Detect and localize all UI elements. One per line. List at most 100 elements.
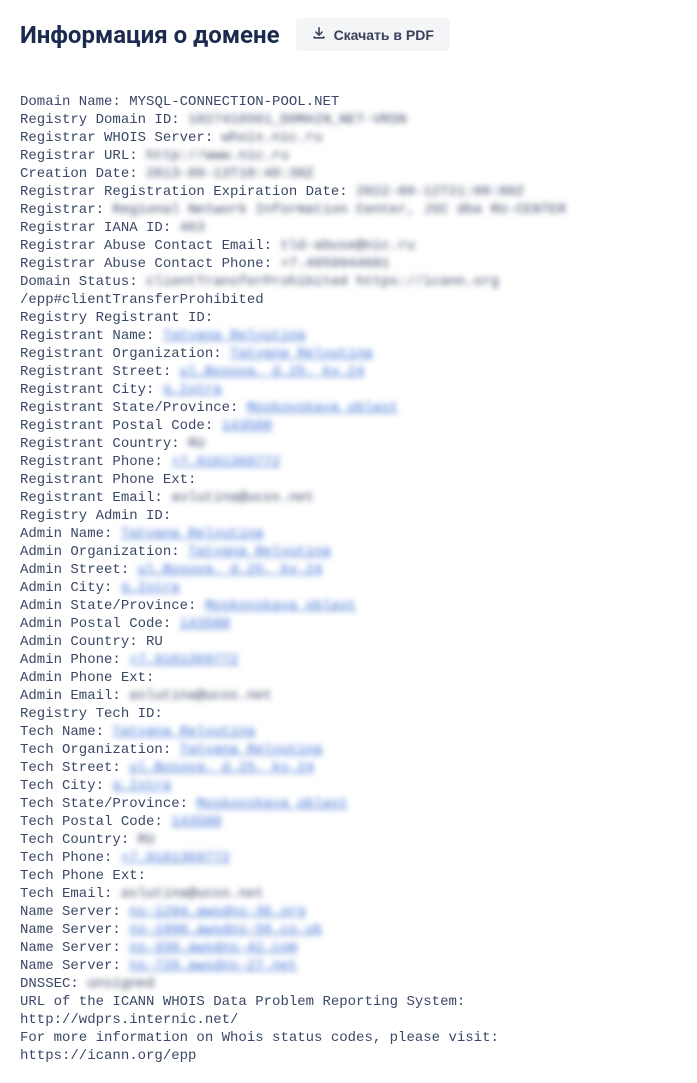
whois-line: Admin Phone: +7.9161369772 bbox=[20, 651, 677, 669]
whois-label: Admin Phone Ext: bbox=[20, 670, 154, 686]
whois-line: Admin Country: RU bbox=[20, 633, 677, 651]
whois-line: URL of the ICANN WHOIS Data Problem Repo… bbox=[20, 993, 677, 1011]
download-icon bbox=[312, 26, 326, 43]
whois-value: http://www.nic.ru bbox=[146, 148, 289, 164]
whois-label: Admin Organization: bbox=[20, 544, 180, 560]
whois-label: Registry Domain ID: bbox=[20, 112, 180, 128]
whois-label: Tech Phone Ext: bbox=[20, 868, 146, 884]
whois-value-link[interactable]: ul.Bosova, d.25, kv.24 bbox=[138, 562, 323, 578]
whois-label: Registrar IANA ID: bbox=[20, 220, 171, 236]
whois-value: unsigned bbox=[87, 976, 154, 992]
whois-label: Registrar Abuse Contact Email: bbox=[20, 238, 272, 254]
whois-line: Name Server: ns-729.awsdns-27.net bbox=[20, 957, 677, 975]
whois-line: Registrar: Regional Network Information … bbox=[20, 201, 677, 219]
whois-label: Registry Registrant ID: bbox=[20, 310, 213, 326]
whois-line: Registrant Phone: +7.9161369772 bbox=[20, 453, 677, 471]
page-title: Информация о домене bbox=[20, 21, 280, 49]
whois-label: Registrant Phone Ext: bbox=[20, 472, 196, 488]
whois-label: Admin Street: bbox=[20, 562, 129, 578]
whois-label: /epp#clientTransferProhibited bbox=[20, 292, 264, 308]
whois-value-link[interactable]: ul.Bosova, d.25, kv.24 bbox=[180, 364, 365, 380]
whois-line: /epp#clientTransferProhibited bbox=[20, 291, 677, 309]
whois-label: Registrant Phone: bbox=[20, 454, 163, 470]
whois-value: MYSQL-CONNECTION-POOL.NET bbox=[129, 94, 339, 110]
whois-value-link[interactable]: ns-1294.awsdns-36.org bbox=[129, 904, 305, 920]
whois-line: Tech Phone: +7.9161369772 bbox=[20, 849, 677, 867]
whois-value: tld-abuse@nic.ru bbox=[280, 238, 414, 254]
whois-label: Tech Postal Code: bbox=[20, 814, 163, 830]
whois-line: Tech City: g.Istra bbox=[20, 777, 677, 795]
whois-line: Registry Domain ID: 1827416561_DOMAIN_NE… bbox=[20, 111, 677, 129]
whois-value-link[interactable]: g.Istra bbox=[121, 580, 180, 596]
whois-label: Registrar: bbox=[20, 202, 104, 218]
whois-value-link[interactable]: +7.9161369772 bbox=[121, 850, 230, 866]
whois-label: Tech Email: bbox=[20, 886, 112, 902]
whois-line: Tech Country: RU bbox=[20, 831, 677, 849]
whois-label: Registrant Organization: bbox=[20, 346, 222, 362]
whois-label: Name Server: bbox=[20, 922, 121, 938]
whois-value: aslutina@ucos.net bbox=[171, 490, 314, 506]
whois-label: Domain Status: bbox=[20, 274, 138, 290]
whois-value-link[interactable]: 143500 bbox=[171, 814, 221, 830]
whois-value-link[interactable]: Moskovskaya oblast bbox=[196, 796, 347, 812]
whois-value-link[interactable]: 143500 bbox=[180, 616, 230, 632]
whois-value-link[interactable]: ns-1990.awsdns-56.co.uk bbox=[129, 922, 322, 938]
whois-label: Registrant State/Province: bbox=[20, 400, 238, 416]
whois-value-link[interactable]: +7.9161369772 bbox=[171, 454, 280, 470]
whois-label: Tech Country: bbox=[20, 832, 129, 848]
whois-label: Admin Phone: bbox=[20, 652, 121, 668]
whois-value-link[interactable]: g.Istra bbox=[112, 778, 171, 794]
whois-label: Registrar URL: bbox=[20, 148, 138, 164]
whois-line: Tech Street: ul.Bosova, d.25, kv.24 bbox=[20, 759, 677, 777]
whois-label: Name Server: bbox=[20, 904, 121, 920]
download-pdf-button[interactable]: Скачать в PDF bbox=[296, 18, 450, 51]
whois-label: Registrar Abuse Contact Phone: bbox=[20, 256, 272, 272]
whois-line: For more information on Whois status cod… bbox=[20, 1029, 677, 1047]
whois-value-link[interactable]: Moskovskaya oblast bbox=[247, 400, 398, 416]
whois-value-link[interactable]: 143500 bbox=[222, 418, 272, 434]
whois-label: Admin Name: bbox=[20, 526, 112, 542]
whois-value-link[interactable]: g.Istra bbox=[163, 382, 222, 398]
whois-line: Registry Tech ID: bbox=[20, 705, 677, 723]
whois-value: 463 bbox=[180, 220, 205, 236]
whois-line: Registry Admin ID: bbox=[20, 507, 677, 525]
whois-line: DNSSEC: unsigned bbox=[20, 975, 677, 993]
whois-value: 2013-09-13T10:48:30Z bbox=[146, 166, 314, 182]
whois-line: Registrant Name: Tatyana Relyutina bbox=[20, 327, 677, 345]
whois-value-link[interactable]: Tatyana Relyutina bbox=[112, 724, 255, 740]
whois-value: whois.nic.ru bbox=[222, 130, 323, 146]
whois-label: Tech State/Province: bbox=[20, 796, 188, 812]
whois-value: RU bbox=[138, 832, 155, 848]
whois-label: http://wdprs.internic.net/ bbox=[20, 1012, 238, 1028]
whois-value-link[interactable]: Moskovskaya oblast bbox=[205, 598, 356, 614]
whois-block: Domain Name: MYSQL-CONNECTION-POOL.NETRe… bbox=[20, 93, 677, 1065]
whois-value-link[interactable]: Tatyana Relyutina bbox=[230, 346, 373, 362]
whois-label: Registrant Postal Code: bbox=[20, 418, 213, 434]
whois-value-link[interactable]: Tatyana Relyutina bbox=[121, 526, 264, 542]
whois-label: Registrar Registration Expiration Date: bbox=[20, 184, 348, 200]
whois-value-link[interactable]: Tatyana Relyutina bbox=[188, 544, 331, 560]
whois-value-link[interactable]: ns-336.awsdns-42.com bbox=[129, 940, 297, 956]
whois-line: Registrar WHOIS Server: whois.nic.ru bbox=[20, 129, 677, 147]
whois-value: Regional Network Information Center, JSC… bbox=[112, 202, 566, 218]
whois-label: Creation Date: bbox=[20, 166, 138, 182]
whois-value: clientTransferProhibited https://icann.o… bbox=[146, 274, 499, 290]
whois-value-link[interactable]: ul.Bosova, d.25, kv.24 bbox=[129, 760, 314, 776]
whois-line: Registry Registrant ID: bbox=[20, 309, 677, 327]
whois-label: DNSSEC: bbox=[20, 976, 79, 992]
whois-value-link[interactable]: Tatyana Relyutina bbox=[180, 742, 323, 758]
whois-line: Admin State/Province: Moskovskaya oblast bbox=[20, 597, 677, 615]
whois-line: Registrant City: g.Istra bbox=[20, 381, 677, 399]
whois-value-link[interactable]: +7.9161369772 bbox=[129, 652, 238, 668]
whois-label: Registrant City: bbox=[20, 382, 154, 398]
whois-line: https://icann.org/epp bbox=[20, 1047, 677, 1065]
whois-line: Registrar URL: http://www.nic.ru bbox=[20, 147, 677, 165]
whois-line: Registrar Abuse Contact Email: tld-abuse… bbox=[20, 237, 677, 255]
whois-value: 1827416561_DOMAIN_NET-VRSN bbox=[188, 112, 406, 128]
whois-value: 2022-09-12T21:00:00Z bbox=[356, 184, 524, 200]
whois-line: Registrar Registration Expiration Date: … bbox=[20, 183, 677, 201]
whois-value-link[interactable]: Tatyana Relyutina bbox=[163, 328, 306, 344]
whois-value-link[interactable]: ns-729.awsdns-27.net bbox=[129, 958, 297, 974]
page-header: Информация о домене Скачать в PDF bbox=[20, 18, 677, 51]
whois-label: Registrant Email: bbox=[20, 490, 163, 506]
